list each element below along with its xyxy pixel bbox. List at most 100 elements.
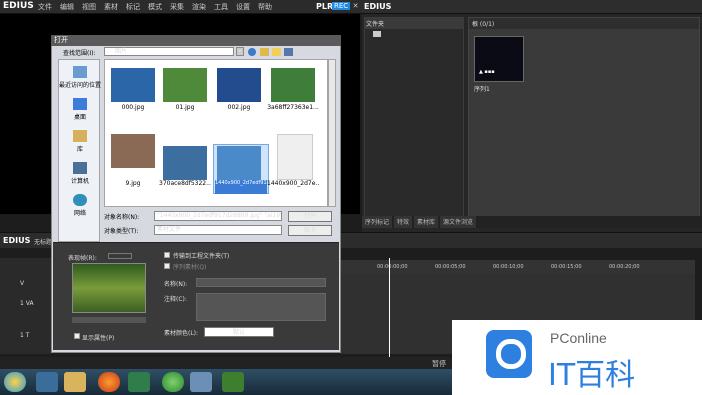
sequence-clip-checkbox[interactable] bbox=[164, 263, 170, 269]
file-name: 002.jpg bbox=[227, 104, 251, 111]
rec-label[interactable]: REC bbox=[332, 2, 351, 10]
filetype-select[interactable]: 素材文件 bbox=[154, 225, 282, 235]
track-1va[interactable]: 1 VA bbox=[20, 300, 34, 307]
file-name: 1440x900_2d7e... bbox=[267, 180, 319, 187]
menu-capture[interactable]: 采集 bbox=[170, 2, 184, 12]
file-thumbnail[interactable] bbox=[271, 68, 315, 102]
time-label: 00:00:10;00 bbox=[493, 264, 524, 270]
edius-taskbar-icon[interactable] bbox=[222, 372, 244, 392]
preview-scrollbar[interactable] bbox=[72, 317, 146, 323]
look-in-value: 图片 bbox=[115, 48, 128, 55]
clip-name: 序列1 bbox=[474, 86, 490, 93]
status-pause: 暂停 bbox=[432, 360, 446, 368]
sequence-clip-thumbnail[interactable]: ▲ ▪▪▪ bbox=[474, 36, 524, 82]
menu-clip[interactable]: 素材 bbox=[104, 2, 118, 12]
timeline-ruler[interactable]: 00:00:00;00 00:00:05;00 00:00:10;00 00:0… bbox=[340, 260, 695, 274]
tab-clip-library[interactable]: 素材库 bbox=[414, 216, 439, 228]
playhead[interactable] bbox=[389, 258, 390, 358]
up-folder-icon[interactable] bbox=[260, 48, 269, 56]
menu-mode[interactable]: 模式 bbox=[148, 2, 162, 12]
time-label: 00:00:05;00 bbox=[435, 264, 466, 270]
bin-titlebar: EDIUS bbox=[362, 0, 702, 14]
file-list: 000.jpg 01.jpg 002.jpg 3a68ff27363e1... … bbox=[104, 59, 328, 207]
library-icon bbox=[73, 130, 87, 142]
menu-file[interactable]: 文件 bbox=[38, 2, 52, 12]
place-recent[interactable]: 最近访问的位置 bbox=[59, 66, 101, 89]
pconline-watermark: PConline IT百科 bbox=[452, 320, 702, 395]
view-menu-icon[interactable] bbox=[284, 48, 293, 56]
comment-field[interactable] bbox=[196, 293, 326, 321]
menu-settings[interactable]: 设置 bbox=[236, 2, 250, 12]
file-list-scrollbar[interactable] bbox=[328, 59, 336, 207]
place-computer[interactable]: 计算机 bbox=[59, 162, 101, 185]
explorer-icon[interactable] bbox=[64, 372, 86, 392]
comment-label: 注释(C): bbox=[164, 296, 187, 303]
sequence-clip-label: 序列素材(Q) bbox=[173, 264, 207, 271]
menu-edit[interactable]: 编辑 bbox=[60, 2, 74, 12]
track-v[interactable]: V bbox=[20, 280, 24, 287]
track-headers: V 1 VA 1 T bbox=[0, 258, 52, 354]
time-label: 00:00:15;00 bbox=[551, 264, 582, 270]
cancel-button[interactable]: 取消 bbox=[288, 225, 332, 236]
file-thumbnail[interactable] bbox=[217, 146, 261, 180]
place-network[interactable]: 网络 bbox=[59, 194, 101, 217]
filetype-label: 对象类型(T): bbox=[104, 228, 139, 235]
look-in-select[interactable]: 图片 bbox=[104, 47, 234, 56]
menu-render[interactable]: 渲染 bbox=[192, 2, 206, 12]
file-thumbnail[interactable] bbox=[163, 68, 207, 102]
preview-frame-slider[interactable] bbox=[108, 253, 132, 259]
look-in-label: 查找范围(I): bbox=[63, 50, 96, 57]
bin-header: 根 (0/1) bbox=[469, 18, 699, 29]
menu-help[interactable]: 帮助 bbox=[258, 2, 272, 12]
start-button-icon[interactable] bbox=[4, 372, 26, 392]
main-menu: 文件 编辑 视图 素材 标记 模式 采集 渲染 工具 设置 帮助 bbox=[38, 2, 272, 12]
back-icon[interactable] bbox=[248, 48, 256, 56]
show-properties-checkbox[interactable] bbox=[74, 333, 80, 339]
file-thumbnail[interactable] bbox=[277, 134, 313, 180]
file-name: 370ace8df5322... bbox=[159, 180, 211, 187]
place-desktop[interactable]: 桌面 bbox=[59, 98, 101, 121]
app-brand: EDIUS bbox=[3, 1, 34, 11]
preview-label: 表现帧(R): bbox=[68, 255, 97, 262]
tab-sequence-markers[interactable]: 序列标记 bbox=[362, 216, 393, 228]
file-thumbnail[interactable] bbox=[111, 68, 155, 102]
track-1t[interactable]: 1 T bbox=[20, 332, 29, 339]
name-label: 名称(N): bbox=[164, 281, 188, 288]
menu-view[interactable]: 视图 bbox=[82, 2, 96, 12]
media-player-icon[interactable] bbox=[36, 372, 58, 392]
green-app-icon[interactable] bbox=[162, 372, 184, 392]
bin-tabs: 序列标记 特效 素材库 源文件浏览 bbox=[362, 216, 702, 228]
close-icon[interactable]: ✕ bbox=[351, 2, 360, 11]
file-name: 9.jpg bbox=[125, 180, 141, 187]
filename-input[interactable]: "1440x900_2d7edf917d28899.jpg" "ai199 bbox=[154, 211, 282, 221]
copy-to-project-checkbox[interactable] bbox=[164, 252, 170, 258]
file-name-selected: 1440x900_2d7edf917d28899.jpg bbox=[215, 180, 267, 194]
menu-tools[interactable]: 工具 bbox=[214, 2, 228, 12]
dialog-title: 打开 bbox=[51, 35, 341, 46]
clip-color-select[interactable]: 默认 bbox=[204, 327, 274, 337]
file-thumbnail[interactable] bbox=[111, 134, 155, 168]
media-app-icon[interactable] bbox=[128, 372, 150, 392]
folder-icon[interactable] bbox=[373, 31, 381, 37]
watermark-brand: PConline bbox=[550, 330, 607, 346]
recent-places-icon bbox=[73, 66, 87, 78]
desktop-icon bbox=[73, 98, 87, 110]
bin-brand: EDIUS bbox=[364, 2, 392, 11]
tab-source-browser[interactable]: 源文件浏览 bbox=[440, 216, 477, 228]
tab-effects[interactable]: 特效 bbox=[394, 216, 413, 228]
menu-marker[interactable]: 标记 bbox=[126, 2, 140, 12]
place-library[interactable]: 库 bbox=[59, 130, 101, 153]
watermark-logo-icon bbox=[486, 330, 532, 378]
watermark-name: IT百科 bbox=[548, 358, 636, 393]
open-button[interactable]: 打开 bbox=[288, 211, 332, 222]
file-thumbnail[interactable] bbox=[163, 146, 207, 180]
new-folder-icon[interactable] bbox=[272, 48, 281, 56]
filename-label: 对象名称(N): bbox=[104, 214, 140, 221]
clip-color-label: 素材颜色(L): bbox=[164, 330, 199, 337]
window-app-icon[interactable] bbox=[190, 372, 212, 392]
project-title: 无标题 bbox=[34, 239, 53, 246]
name-field[interactable] bbox=[196, 278, 326, 287]
chevron-down-icon[interactable]: ▾ bbox=[236, 47, 244, 56]
firefox-icon[interactable] bbox=[98, 372, 120, 392]
file-thumbnail[interactable] bbox=[217, 68, 261, 102]
